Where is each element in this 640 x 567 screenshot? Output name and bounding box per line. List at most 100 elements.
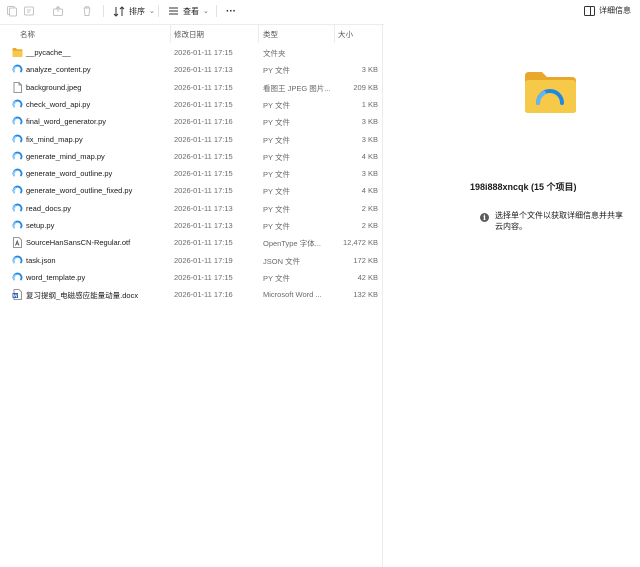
python-file-icon: [12, 185, 23, 196]
file-row[interactable]: 复习提纲_电磁感应能量动量.docx 2026-01-11 17:16 Micros…: [0, 286, 383, 303]
chevron-down-icon: ⌄: [203, 8, 209, 15]
file-size: 4 KB: [361, 151, 378, 161]
toolbar-divider: [216, 5, 217, 17]
file-name: background.jpeg: [26, 82, 82, 92]
file-modified-date: 2026-01-11 17:15: [174, 272, 233, 282]
details-label: 详细信息: [599, 6, 631, 15]
file-row[interactable]: generate_word_outline.py 2026-01-11 17:15…: [0, 165, 383, 182]
python-file-icon: [12, 99, 23, 110]
file-size: 209 KB: [353, 82, 378, 92]
file-modified-date: 2026-01-11 17:15: [174, 99, 233, 109]
folder-summary-title: 198i888xncqk (15 个项目): [470, 182, 577, 192]
file-name: check_word_api.py: [26, 99, 91, 109]
file-row[interactable]: generate_mind_map.py 2026-01-11 17:15 PY 文…: [0, 148, 383, 165]
file-size: 4 KB: [361, 186, 378, 196]
font-file-icon: [12, 237, 23, 249]
file-row[interactable]: setup.py 2026-01-11 17:13 PY 文件 2 KB: [0, 217, 383, 234]
more-options-button[interactable]: ···: [226, 3, 236, 19]
command-bar: 排序 ⌄ 查看 ⌄ ··· 详细信息: [0, 0, 640, 25]
toolbar-divider: [158, 5, 159, 17]
share-icon[interactable]: [51, 4, 65, 18]
column-header-modified[interactable]: 修改日期: [174, 29, 204, 40]
file-size: 1 KB: [361, 99, 378, 109]
file-row[interactable]: read_docs.py 2026-01-11 17:13 PY 文件 2 KB: [0, 200, 383, 217]
file-type: PY 文件: [263, 135, 290, 145]
file-modified-date: 2026-01-11 17:13: [174, 203, 233, 213]
python-file-icon: [12, 220, 23, 231]
file-modified-date: 2026-01-11 17:15: [174, 82, 233, 92]
file-size: 12,472 KB: [342, 238, 378, 248]
column-divider[interactable]: [334, 24, 335, 43]
file-type: PY 文件: [263, 66, 290, 76]
file-modified-date: 2026-01-11 17:16: [174, 117, 233, 127]
python-file-icon: [12, 134, 23, 145]
view-list-icon: [169, 7, 178, 15]
file-type: PY 文件: [263, 152, 290, 162]
file-name: setup.py: [26, 221, 55, 230]
file-row[interactable]: generate_word_outline_fixed.py 2026-01-11…: [0, 182, 383, 199]
column-header-size[interactable]: 大小: [338, 29, 353, 40]
file-row[interactable]: task.json 2026-01-11 17:19 JSON 文件 172 KB: [0, 252, 383, 269]
delete-icon[interactable]: [80, 4, 94, 18]
file-name: generate_mind_map.py: [26, 151, 105, 161]
file-size: 2 KB: [361, 203, 378, 213]
file-row[interactable]: __pycache__ 2026-01-11 17:15 文件夹: [0, 44, 383, 61]
file-modified-date: 2026-01-11 17:15: [174, 186, 233, 196]
file-row[interactable]: analyze_content.py 2026-01-11 17:13 PY 文件 3…: [0, 61, 383, 78]
file-type: 看图王 JPEG 图片...: [263, 83, 331, 93]
file-size: 42 KB: [357, 272, 378, 282]
file-size: 3 KB: [361, 117, 378, 127]
chevron-down-icon: ⌄: [149, 8, 155, 15]
column-divider[interactable]: [258, 24, 259, 43]
file-modified-date: 2026-01-11 17:15: [174, 151, 233, 161]
folder-icon: [12, 47, 23, 58]
python-file-icon: [12, 203, 23, 214]
file-modified-date: 2026-01-11 17:16: [174, 290, 233, 300]
file-row[interactable]: check_word_api.py 2026-01-11 17:15 PY 文件 1 …: [0, 96, 383, 113]
file-size: 3 KB: [361, 134, 378, 144]
file-type: 文件夹: [263, 49, 286, 58]
details-pane: [384, 24, 640, 567]
python-file-icon: [12, 151, 23, 162]
file-type: PY 文件: [263, 273, 290, 283]
file-size: 172 KB: [353, 255, 378, 265]
column-header-name[interactable]: 名称: [20, 29, 35, 40]
file-type: PY 文件: [263, 170, 290, 180]
sort-label: 排序: [129, 6, 145, 16]
file-modified-date: 2026-01-11 17:13: [174, 65, 233, 75]
file-row[interactable]: SourceHanSansCN-Regular.otf 2026-01-11 17…: [0, 234, 383, 251]
details-pane-button[interactable]: 详细信息: [584, 5, 631, 16]
file-size: 3 KB: [361, 65, 378, 75]
copy-icon[interactable]: [5, 4, 19, 18]
file-type: PY 文件: [263, 187, 290, 197]
word-file-icon: [12, 289, 23, 301]
file-name: task.json: [26, 255, 56, 265]
file-name: generate_word_outline.py: [26, 169, 113, 179]
file-size: 3 KB: [361, 169, 378, 179]
file-name: SourceHanSansCN-Regular.otf: [26, 238, 131, 248]
info-icon: i: [480, 213, 489, 222]
column-header-bar: 名称 修改日期 类型 大小: [0, 24, 383, 43]
file-row[interactable]: background.jpeg 2026-01-11 17:15 看图王 JPEG …: [0, 79, 383, 96]
file-modified-date: 2026-01-11 17:15: [174, 48, 233, 57]
column-divider[interactable]: [170, 24, 171, 43]
file-name: word_template.py: [26, 272, 86, 282]
file-type: JSON 文件: [263, 256, 301, 266]
file-name: final_word_generator.py: [26, 117, 107, 127]
file-row[interactable]: final_word_generator.py 2026-01-11 17:16 P…: [0, 113, 383, 130]
view-button[interactable]: 查看 ⌄: [168, 3, 209, 19]
file-row[interactable]: word_template.py 2026-01-11 17:15 PY 文件 42 …: [0, 269, 383, 286]
rename-icon[interactable]: [22, 4, 36, 18]
file-row[interactable]: fix_mind_map.py 2026-01-11 17:15 PY 文件 3 KB: [0, 131, 383, 148]
file-name: read_docs.py: [26, 203, 72, 213]
python-file-icon: [12, 168, 23, 179]
column-header-type[interactable]: 类型: [263, 29, 278, 40]
file-name: 复习提纲_电磁感应能量动量.docx: [26, 291, 139, 301]
details-pane-icon: [584, 5, 595, 16]
file-modified-date: 2026-01-11 17:15: [174, 134, 233, 144]
sort-button[interactable]: 排序 ⌄: [113, 3, 155, 19]
file-name: fix_mind_map.py: [26, 134, 83, 144]
view-label: 查看: [183, 6, 199, 16]
folder-large-icon: [524, 70, 577, 114]
file-name: generate_word_outline_fixed.py: [26, 186, 133, 196]
